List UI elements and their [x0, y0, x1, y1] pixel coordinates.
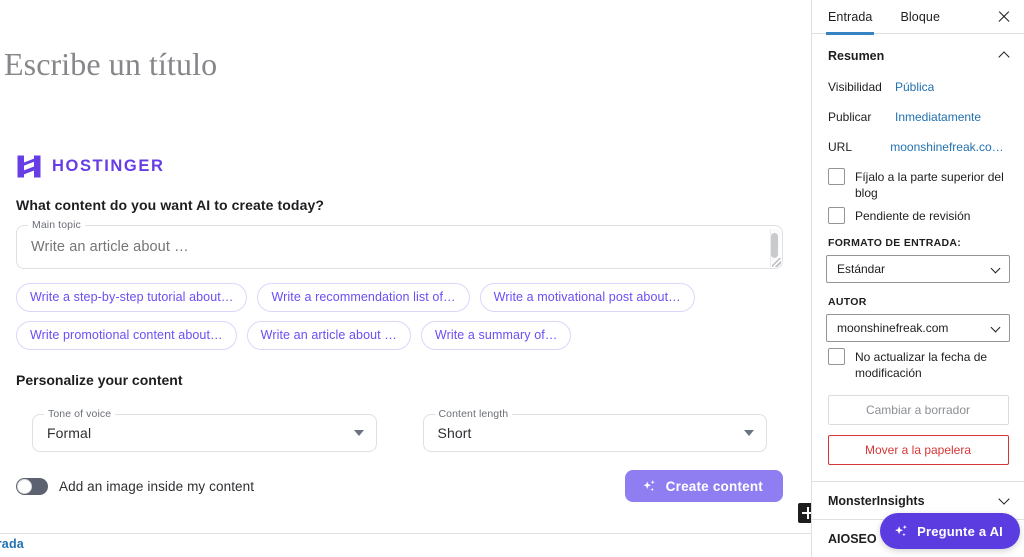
add-image-toggle-row[interactable]: Add an image inside my content: [16, 478, 254, 495]
author-label: AUTOR: [812, 296, 1024, 308]
post-title-input[interactable]: Escribe un título: [4, 46, 217, 83]
chevron-down-icon: [992, 324, 1001, 333]
add-image-toggle-label: Add an image inside my content: [59, 479, 254, 494]
sparkle-icon: [642, 479, 657, 494]
add-image-toggle[interactable]: [16, 478, 48, 495]
content-length-legend: Content length: [435, 408, 513, 420]
checkbox-row-pending-review: Pendiente de revisión: [812, 201, 1024, 224]
main-topic-legend: Main topic: [28, 219, 85, 231]
chip-summary[interactable]: Write a summary of…: [421, 321, 572, 350]
editor-footer-bar: Entrada: [0, 533, 811, 557]
post-editor-canvas: Escribe un título HOSTINGER What content…: [0, 0, 811, 557]
tab-entrada[interactable]: Entrada: [828, 0, 872, 34]
block-inserter-button[interactable]: [798, 503, 811, 523]
content-length-select[interactable]: Content length Short: [423, 414, 768, 452]
main-topic-field[interactable]: Main topic: [16, 225, 783, 269]
ask-ai-label: Pregunte a AI: [917, 524, 1003, 539]
summary-panel-header[interactable]: Resumen: [812, 40, 1024, 72]
checkbox-row-sticky: Fíjalo a la parte superior del blog: [812, 162, 1024, 201]
author-value: moonshinefreak.com: [827, 315, 1009, 341]
no-update-date-label: No actualizar la fecha de modificación: [855, 348, 1008, 381]
move-to-trash-button[interactable]: Mover a la papelera: [828, 435, 1009, 465]
visibilidad-label: Visibilidad: [828, 80, 895, 94]
pending-review-checkbox-label: Pendiente de revisión: [855, 207, 970, 224]
chip-promotional-content[interactable]: Write promotional content about…: [16, 321, 237, 350]
post-format-label: FORMATO DE ENTRADA:: [812, 237, 1024, 249]
sparkle-icon: [894, 524, 909, 539]
chevron-up-icon: [999, 51, 1010, 62]
post-format-value: Estándar: [827, 256, 1009, 282]
personalize-controls: Tone of voice Formal Content length Shor…: [16, 402, 783, 452]
chevron-down-icon: [999, 495, 1010, 506]
create-content-button[interactable]: Create content: [625, 470, 783, 502]
toggle-knob: [17, 479, 32, 494]
url-label: URL: [828, 140, 890, 154]
publicar-label: Publicar: [828, 110, 895, 124]
sticky-checkbox-label: Fíjalo a la parte superior del blog: [855, 168, 1008, 201]
hostinger-brand: HOSTINGER: [0, 140, 799, 179]
publicar-value[interactable]: Inmediatamente: [895, 110, 981, 124]
content-length-value: Short: [424, 415, 767, 451]
ask-ai-button[interactable]: Pregunte a AI: [880, 513, 1020, 549]
aioseo-title: AIOSEO: [828, 532, 877, 546]
chevron-down-icon: [744, 430, 754, 436]
hostinger-ai-block: HOSTINGER What content do you want AI to…: [0, 140, 799, 522]
pending-review-checkbox[interactable]: [828, 207, 845, 224]
checkbox-row-no-update-date: No actualizar la fecha de modificación: [812, 342, 1024, 381]
author-select[interactable]: moonshinefreak.com: [826, 314, 1010, 342]
chevron-down-icon: [992, 265, 1001, 274]
no-update-date-checkbox[interactable]: [828, 348, 845, 365]
scrollbar-thumb[interactable]: [771, 233, 778, 258]
post-format-select[interactable]: Estándar: [826, 255, 1010, 283]
url-value[interactable]: moonshinefreak.com/…: [890, 140, 1008, 154]
tab-bloque[interactable]: Bloque: [900, 0, 940, 34]
sticky-checkbox[interactable]: [828, 168, 845, 185]
chip-step-by-step[interactable]: Write a step-by-step tutorial about…: [16, 283, 247, 312]
hostinger-brand-name: HOSTINGER: [52, 157, 165, 176]
chip-recommendation-list[interactable]: Write a recommendation list of…: [257, 283, 469, 312]
chip-article[interactable]: Write an article about …: [247, 321, 411, 350]
hostinger-logo-icon: [16, 154, 42, 179]
tone-of-voice-select[interactable]: Tone of voice Formal: [32, 414, 377, 452]
row-url: URL moonshinefreak.com/…: [812, 132, 1024, 162]
tone-of-voice-legend: Tone of voice: [44, 408, 115, 420]
close-icon[interactable]: [996, 9, 1012, 25]
ai-heading: What content do you want AI to create to…: [16, 197, 799, 213]
ai-block-footer: Add an image inside my content Create co…: [16, 470, 783, 522]
tone-of-voice-value: Formal: [33, 415, 376, 451]
switch-to-draft-button[interactable]: Cambiar a borrador: [828, 395, 1009, 425]
row-publicar: Publicar Inmediatamente: [812, 102, 1024, 132]
row-visibilidad: Visibilidad Pública: [812, 72, 1024, 102]
summary-panel-title: Resumen: [828, 49, 884, 63]
suggestion-chips: Write a step-by-step tutorial about… Wri…: [16, 283, 796, 350]
visibilidad-value[interactable]: Pública: [895, 80, 934, 94]
settings-sidebar: Entrada Bloque Resumen Visibilidad Públi…: [811, 0, 1024, 557]
sidebar-tabbar: Entrada Bloque: [812, 0, 1024, 34]
resize-grip-icon[interactable]: [772, 258, 781, 267]
app-root: Escribe un título HOSTINGER What content…: [0, 0, 1024, 557]
create-content-label: Create content: [666, 479, 763, 494]
personalize-heading: Personalize your content: [16, 372, 799, 388]
main-topic-input[interactable]: [17, 226, 782, 268]
chip-motivational-post[interactable]: Write a motivational post about…: [480, 283, 695, 312]
breadcrumb-entrada[interactable]: Entrada: [0, 537, 24, 551]
chevron-down-icon: [354, 430, 364, 436]
monsterinsights-title: MonsterInsights: [828, 494, 925, 508]
